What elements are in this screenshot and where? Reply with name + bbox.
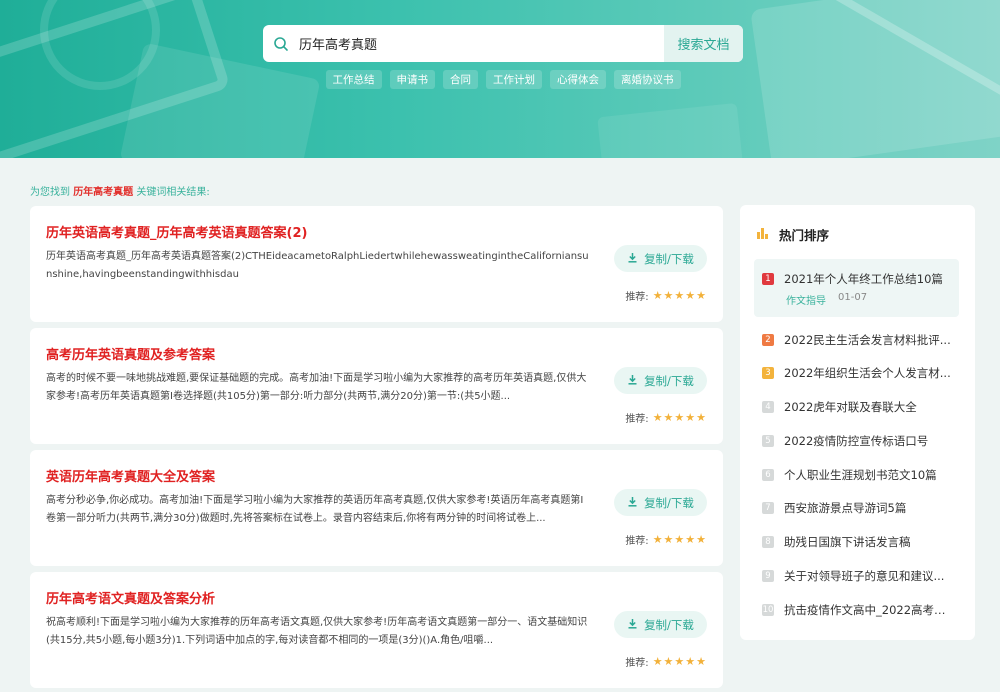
download-button[interactable]: 复制/下载: [614, 367, 707, 394]
result-card: 高考历年英语真题及参考答案 高考的时候不要一味地挑战难题,要保证基础题的完成。高…: [30, 328, 723, 444]
result-desc: 高考的时候不要一味地挑战难题,要保证基础题的完成。高考加油!下面是学习啦小编为大…: [46, 373, 587, 402]
rating-label: 推荐:: [625, 536, 649, 547]
rank-item[interactable]: 2 2022民主生活会发言材料批评...: [762, 332, 967, 348]
rank-item-category[interactable]: 作文指导: [786, 292, 826, 307]
rank-item-title: 关于对领导班子的意见和建议...: [784, 569, 945, 583]
rank-first-highlight: [754, 259, 959, 317]
search-input[interactable]: [299, 25, 664, 62]
rank-item-date: 01-07: [838, 292, 868, 303]
rank-number-badge: 9: [762, 570, 774, 582]
rank-item-title: 2021年个人年终工作总结10篇: [784, 272, 943, 286]
rank-number-badge: 10: [762, 604, 774, 616]
result-desc: 高考分秒必争,你必成功。高考加油!下面是学习啦小编为大家推荐的英语历年高考真题,…: [46, 495, 584, 524]
download-icon: [627, 252, 638, 266]
rank-number-badge: 1: [762, 273, 774, 285]
result-card: 历年英语高考真题_历年高考英语真题答案(2) 历年英语高考真题_历年高考英语真题…: [30, 206, 723, 322]
rank-number-badge: 5: [762, 435, 774, 447]
result-note-prefix: 为您找到: [30, 187, 70, 198]
rank-number-badge: 4: [762, 401, 774, 413]
download-button[interactable]: 复制/下载: [614, 489, 707, 516]
rank-item[interactable]: 9 关于对领导班子的意见和建议...: [762, 568, 967, 584]
rank-item[interactable]: 6 个人职业生涯规划书范文10篇: [762, 467, 967, 483]
rank-item[interactable]: 8 助残日国旗下讲话发言稿: [762, 534, 967, 550]
tag-5[interactable]: 离婚协议书: [614, 70, 681, 89]
result-note-keyword: 历年高考真题: [73, 187, 134, 198]
result-desc: 历年英语高考真题_历年高考英语真题答案(2)CTHEideacametoRalp…: [46, 251, 589, 280]
search-box: 搜索文档: [263, 25, 743, 62]
search-icon: [263, 25, 299, 62]
rank-item-title: 2022年组织生活会个人发言材...: [784, 366, 951, 380]
result-card: 英语历年高考真题大全及答案 高考分秒必争,你必成功。高考加油!下面是学习啦小编为…: [30, 450, 723, 566]
hot-ranking-title: 热门排序: [779, 228, 830, 243]
rating: 推荐: ★★★★★: [625, 288, 707, 303]
rank-item[interactable]: 1 2021年个人年终工作总结10篇: [762, 271, 967, 287]
download-icon: [627, 374, 638, 388]
star-icons: ★★★★★: [652, 533, 707, 546]
rank-number-badge: 8: [762, 536, 774, 548]
download-label: 复制/下载: [644, 373, 694, 388]
rating: 推荐: ★★★★★: [625, 410, 707, 425]
rank-item-title: 助残日国旗下讲话发言稿: [784, 535, 911, 549]
download-button[interactable]: 复制/下载: [614, 245, 707, 272]
download-button[interactable]: 复制/下载: [614, 611, 707, 638]
rating-label: 推荐:: [625, 658, 649, 669]
tag-2[interactable]: 合同: [443, 70, 478, 89]
rank-item-title: 2022民主生活会发言材料批评...: [784, 333, 951, 347]
rank-item[interactable]: 5 2022疫情防控宣传标语口号: [762, 433, 967, 449]
result-title[interactable]: 历年高考语文真题及答案分析: [46, 588, 215, 607]
search-button[interactable]: 搜索文档: [664, 25, 743, 62]
rank-item[interactable]: 4 2022虎年对联及春联大全: [762, 399, 967, 415]
result-desc: 祝高考顺利!下面是学习啦小编为大家推荐的历年高考语文真题,仅供大家参考!历年高考…: [46, 617, 588, 646]
rank-number-badge: 7: [762, 502, 774, 514]
rank-number-badge: 2: [762, 334, 774, 346]
rank-item-title: 个人职业生涯规划书范文10篇: [784, 468, 937, 482]
hot-ranking-panel: 热门排序 作文指导 01-07 1 2021年个人年终工作总结10篇 2 2022民主…: [740, 205, 975, 640]
rank-item-title: 抗击疫情作文高中_2022高考热...: [784, 603, 956, 617]
download-label: 复制/下载: [644, 251, 694, 266]
result-title[interactable]: 历年英语高考真题_历年高考英语真题答案(2): [46, 222, 307, 241]
result-note-suffix: 关键词相关结果:: [136, 187, 210, 198]
rank-number-badge: 6: [762, 469, 774, 481]
rating-label: 推荐:: [625, 292, 649, 303]
tag-1[interactable]: 申请书: [389, 70, 435, 89]
rank-number-badge: 3: [762, 367, 774, 379]
rank-item-title: 西安旅游景点导游词5篇: [784, 501, 907, 515]
rank-item[interactable]: 3 2022年组织生活会个人发言材...: [762, 365, 967, 381]
tag-3[interactable]: 工作计划: [486, 70, 542, 89]
rank-item[interactable]: 7 西安旅游景点导游词5篇: [762, 500, 967, 516]
rank-item[interactable]: 10 抗击疫情作文高中_2022高考热...: [762, 602, 967, 618]
rating: 推荐: ★★★★★: [625, 532, 707, 547]
rank-item-meta: 作文指导 01-07: [786, 292, 867, 307]
hero-banner: 搜索文档 工作总结 申请书 合同 工作计划 心得体会 离婚协议书: [0, 0, 1000, 158]
star-icons: ★★★★★: [652, 289, 707, 302]
result-title[interactable]: 高考历年英语真题及参考答案: [46, 344, 215, 363]
download-icon: [627, 496, 638, 510]
tag-4[interactable]: 心得体会: [550, 70, 606, 89]
hot-ranking-header: 热门排序: [756, 225, 829, 244]
download-icon: [627, 618, 638, 632]
tag-0[interactable]: 工作总结: [325, 70, 382, 89]
download-label: 复制/下载: [644, 617, 694, 632]
rank-item-title: 2022虎年对联及春联大全: [784, 400, 917, 414]
star-icons: ★★★★★: [652, 411, 707, 424]
rating-label: 推荐:: [625, 414, 649, 425]
result-title[interactable]: 英语历年高考真题大全及答案: [46, 466, 215, 485]
rank-item-title: 2022疫情防控宣传标语口号: [784, 434, 929, 448]
result-note: 为您找到 历年高考真题 关键词相关结果:: [30, 183, 210, 198]
hot-tags: 工作总结 申请书 合同 工作计划 心得体会 离婚协议书: [263, 70, 743, 89]
bar-chart-icon: [756, 227, 769, 243]
star-icons: ★★★★★: [652, 655, 707, 668]
result-card: 历年高考语文真题及答案分析 祝高考顺利!下面是学习啦小编为大家推荐的历年高考语文…: [30, 572, 723, 688]
rating: 推荐: ★★★★★: [625, 654, 707, 669]
download-label: 复制/下载: [644, 495, 694, 510]
